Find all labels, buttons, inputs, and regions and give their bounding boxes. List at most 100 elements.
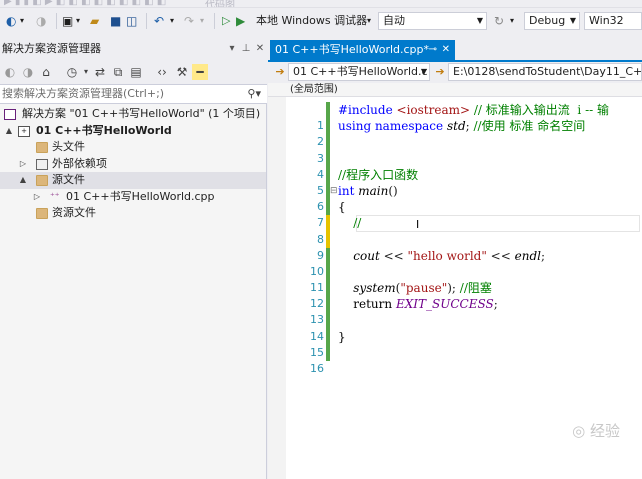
panel-title: 解决方案资源管理器	[2, 42, 101, 55]
project-nav-value: 01 C++书写HelloWorld.c	[293, 65, 428, 78]
tree-item-project[interactable]: ▲ + 01 C++书写HelloWorld	[0, 123, 266, 140]
code-line[interactable]: 13 return EXIT_SUCCESS;	[286, 296, 642, 326]
redo-dropdown-icon[interactable]: ▾	[200, 12, 204, 30]
open-folder-icon[interactable]: ▰	[90, 12, 99, 30]
back-icon[interactable]: ◐	[2, 64, 18, 80]
change-marker	[326, 134, 330, 151]
code-line[interactable]: 16	[286, 344, 642, 375]
change-marker	[326, 296, 330, 313]
solution-icon	[4, 109, 16, 120]
code-editor[interactable]: 1 #include <iostream> // 标准输入输出流 i -- 输 …	[268, 97, 642, 479]
redo-icon[interactable]: ↷	[184, 12, 194, 30]
project-icon: +	[18, 125, 30, 137]
new-project-icon[interactable]: ▣	[62, 12, 73, 30]
code-line[interactable]: 9	[286, 231, 642, 262]
preview-icon[interactable]: ━	[192, 64, 208, 80]
pin-icon[interactable]: ⊥	[239, 38, 253, 60]
toolbar-ghost-icons: ▶ ▮ ▮ ◧ ▶ ◧ ◧ ◧ ◧ ◧ ◧ ◧ ◧ ◧	[4, 0, 167, 7]
solution-explorer-titlebar: 解决方案资源管理器 ▾ ⊥ ✕	[0, 38, 267, 60]
refresh-dropdown-icon[interactable]: ▾	[510, 12, 514, 30]
back-dropdown-icon[interactable]: ▾	[20, 12, 24, 30]
code-line[interactable]: 12 system("pause"); //阻塞	[286, 280, 642, 310]
document-tabs: 01 C++书写HelloWorld.cpp* ⊸ ✕	[268, 38, 642, 60]
code-line[interactable]: 7 {	[286, 199, 642, 229]
scope-bar[interactable]: (全局范围)	[268, 83, 642, 97]
project-nav-icon: ➔	[275, 65, 285, 78]
code-line[interactable]: 5 //程序入口函数	[286, 166, 642, 197]
code-line[interactable]: 11	[286, 263, 642, 294]
undo-icon[interactable]: ↶	[154, 12, 164, 30]
expand-icon[interactable]: ▲	[4, 123, 14, 140]
save-icon[interactable]: ■	[110, 12, 121, 30]
code-text: int main()	[338, 183, 398, 198]
chevron-down-icon: ▼	[476, 16, 484, 25]
code-text: //	[338, 216, 362, 231]
folder-icon	[36, 175, 48, 186]
show-all-files-icon[interactable]: ▤	[128, 64, 144, 80]
code-line[interactable]: 14	[286, 312, 642, 343]
platform-value: Win32	[589, 14, 624, 27]
refresh-icon[interactable]: ↻	[494, 12, 504, 30]
collapse-icon[interactable]: ▲	[18, 172, 28, 189]
pin-icon[interactable]: ⊸	[429, 40, 437, 60]
scope-label: (全局范围)	[290, 84, 338, 95]
run-target-dropdown-icon[interactable]: ▾	[367, 12, 371, 30]
code-map-label: 代码图	[205, 0, 235, 8]
platform-select[interactable]: Win32	[584, 12, 642, 30]
change-marker	[326, 280, 330, 297]
change-marker	[326, 247, 330, 264]
code-line[interactable]: 15 }	[286, 328, 642, 359]
code-line[interactable]: 10 cout << "hello world" << endl;	[286, 247, 642, 278]
solution-explorer-panel: 解决方案资源管理器 ▾ ⊥ ✕ ◐ ◑ ⌂ ◷ ▾ ⇄ ⧉ ▤ ‹› ⚒ ━ 搜索解…	[0, 38, 267, 479]
build-config-select[interactable]: Debug ▼	[524, 12, 580, 30]
tree-item-solution[interactable]: 解决方案 "01 C++书写HelloWorld" (1 个项目)	[0, 106, 266, 123]
close-icon[interactable]: ✕	[442, 40, 450, 60]
tab-helloworld-cpp[interactable]: 01 C++书写HelloWorld.cpp* ⊸ ✕	[270, 40, 455, 60]
forward-icon[interactable]: ◑	[36, 12, 46, 30]
dropdown-icon[interactable]: ▾	[225, 38, 239, 60]
save-all-icon[interactable]: ◫	[126, 12, 137, 30]
code-line[interactable]: 3	[286, 134, 642, 165]
indicator-margin	[268, 97, 286, 479]
top-toolbar-strip: ▶ ▮ ▮ ◧ ▶ ◧ ◧ ◧ ◧ ◧ ◧ ◧ ◧ ◧ 代码图	[0, 0, 642, 8]
properties-icon[interactable]: ⚒	[174, 64, 190, 80]
tree-item-source-files[interactable]: ▲ 源文件	[0, 172, 266, 189]
new-dropdown-icon[interactable]: ▾	[76, 12, 80, 30]
search-icon[interactable]: ⚲▾	[247, 85, 261, 103]
run-target-button[interactable]: 本地 Windows 调试器	[256, 12, 376, 30]
folder-icon	[36, 142, 48, 153]
config-mode-select[interactable]: 自动 ▼	[378, 12, 487, 30]
code-text: cout << "hello world" << endl;	[353, 248, 546, 263]
step-icon[interactable]: ▷	[222, 12, 230, 30]
code-line[interactable]: 2 using namespace std; //使用 标准 命名空间	[286, 118, 642, 148]
solution-search-input[interactable]: 搜索解决方案资源管理器(Ctrl+;) ⚲▾	[0, 84, 267, 104]
collapse-all-icon[interactable]: ⧉	[110, 64, 126, 80]
file-path-nav-select[interactable]: E:\0128\sendToStudent\Day11_C++ -	[448, 63, 642, 81]
start-debug-icon[interactable]: ▶	[236, 12, 245, 30]
expand-icon[interactable]: ▷	[18, 156, 28, 173]
tree-item-header-files[interactable]: 头文件	[0, 139, 266, 156]
close-icon[interactable]: ✕	[253, 38, 267, 60]
code-text: //程序入口函数	[338, 167, 419, 182]
project-nav-select[interactable]: 01 C++书写HelloWorld.c ▼	[288, 63, 430, 81]
navigation-bar: ➔ 01 C++书写HelloWorld.c ▼ ➔ E:\0128\sendT…	[268, 62, 642, 82]
back-icon[interactable]: ◐	[6, 12, 16, 30]
home-icon[interactable]: ⌂	[38, 64, 54, 80]
code-line[interactable]: 6 ⊟ int main()	[286, 182, 642, 213]
chevron-down-icon: ▼	[420, 67, 428, 76]
tree-item-cpp-file[interactable]: ▷ ⁺⁺ 01 C++书写HelloWorld.cpp	[0, 189, 266, 206]
sync-icon[interactable]: ⇄	[92, 64, 108, 80]
tree-item-external-dependencies[interactable]: ▷ 外部依赖项	[0, 156, 266, 173]
expand-icon[interactable]: ▷	[32, 189, 42, 206]
collapse-icon[interactable]: ⊟	[330, 183, 338, 199]
tree-item-resource-files[interactable]: 资源文件	[0, 205, 266, 222]
code-line-current[interactable]: 8 // I	[286, 215, 642, 246]
build-config-value: Debug	[529, 14, 566, 27]
undo-dropdown-icon[interactable]: ▾	[170, 12, 174, 30]
view-code-icon[interactable]: ‹›	[154, 64, 170, 80]
dependencies-icon	[36, 158, 48, 170]
forward-icon[interactable]: ◑	[20, 64, 36, 80]
code-text: #include <iostream> // 标准输入输出流 i -- 输	[338, 103, 609, 117]
code-line[interactable]: 4	[286, 150, 642, 181]
code-line[interactable]: 1 #include <iostream> // 标准输入输出流 i -- 输	[286, 102, 642, 132]
